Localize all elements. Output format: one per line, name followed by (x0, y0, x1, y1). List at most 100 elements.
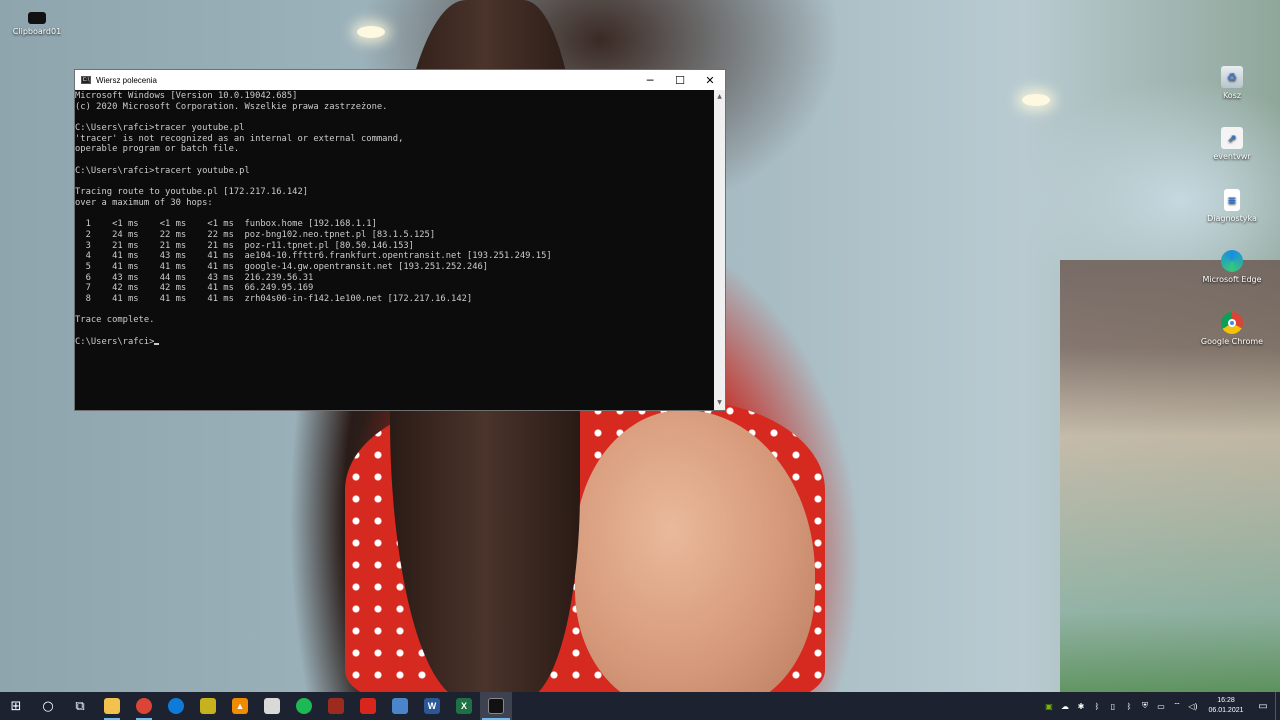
desktop-icon-label: Diagnostyka (1207, 214, 1257, 223)
excel-button[interactable]: X (448, 692, 480, 720)
yellow-app-icon (200, 698, 216, 714)
console-line: 8 41 ms 41 ms 41 ms zrh04s06-in-f142.1e1… (75, 294, 473, 305)
ceiling-lamp (1022, 94, 1050, 106)
acrobat-button[interactable] (352, 692, 384, 720)
search-button[interactable]: ○ (32, 692, 64, 720)
desktop-icon-clipboard01[interactable]: Clipboard01 (5, 12, 69, 37)
explorer-button[interactable] (96, 692, 128, 720)
console-line: C:\Users\rafci>tracer youtube.pl (75, 123, 245, 134)
cmd-button[interactable] (480, 692, 512, 720)
image-file-icon (28, 12, 46, 24)
nvidia-icon[interactable]: ▣ (1041, 692, 1057, 720)
console-line: 7 42 ms 42 ms 41 ms 66.249.95.169 (75, 283, 314, 294)
network-tray-icon[interactable]: ✱ (1073, 692, 1089, 720)
console-line: Microsoft Windows [Version 10.0.19042.68… (75, 91, 298, 101)
taskbar: ⊞ ○ ⧉ ▲ W X ▣ ☁ ✱ ᛒ ▯ ᛒ ⛨ ▭ ⌔ ◁) 16:28 06.01.2021 ▭ (0, 692, 1280, 720)
onedrive-icon[interactable]: ☁ (1057, 692, 1073, 720)
console-line: 2 24 ms 22 ms 22 ms poz-bng102.neo.tpnet… (75, 229, 436, 240)
console-line: 'tracer' is not recognized as an interna… (75, 133, 404, 144)
cmd-icon (488, 698, 504, 714)
bluetooth-tray-icon[interactable]: ᛒ (1089, 692, 1105, 720)
shortcut-icon: ⇗ (1221, 127, 1243, 149)
app-button-4[interactable] (384, 692, 416, 720)
scroll-down-arrow[interactable]: ▼ (714, 398, 725, 408)
window-titlebar[interactable]: C:\ Wiersz polecenia ─ ☐ ✕ (75, 70, 725, 90)
desktop-icon-label: Clipboard01 (12, 27, 62, 36)
maximize-button[interactable]: ☐ (665, 70, 695, 90)
task-view-icon: ⧉ (75, 698, 85, 714)
console-line: 5 41 ms 41 ms 41 ms google-14.gw.opentra… (75, 262, 489, 272)
edge-button[interactable] (160, 692, 192, 720)
wifi-icon[interactable]: ⌔ (1169, 692, 1185, 720)
desktop-icon-label: Microsoft Edge (1202, 275, 1262, 284)
scroll-up-arrow[interactable]: ▲ (714, 92, 725, 102)
clock-time: 16:28 (1217, 697, 1235, 704)
display-icon[interactable]: ▭ (1153, 692, 1169, 720)
command-prompt-window[interactable]: C:\ Wiersz polecenia ─ ☐ ✕ Microsoft Win… (74, 69, 726, 411)
system-tray: ▣ ☁ ✱ ᛒ ▯ ᛒ ⛨ ▭ ⌔ ◁) 16:28 06.01.2021 ▭ (1041, 692, 1280, 720)
desktop-icon-google-chrome[interactable]: Google Chrome (1200, 312, 1264, 347)
word-icon: W (424, 698, 440, 714)
desktop-icon-eventvwr[interactable]: ⇗ eventvwr (1200, 127, 1264, 162)
console-output[interactable]: Microsoft Windows [Version 10.0.19042.68… (75, 90, 714, 410)
bluetooth-icon[interactable]: ᛒ (1121, 692, 1137, 720)
desktop-icon-kosz[interactable]: ♻ Kosz (1200, 66, 1264, 101)
app-button-3[interactable] (320, 692, 352, 720)
console-prompt: C:\Users\rafci> (75, 336, 155, 347)
app-button-2[interactable] (256, 692, 288, 720)
clock[interactable]: 16:28 06.01.2021 (1201, 696, 1251, 716)
console-line: C:\Users\rafci>tracert youtube.pl (75, 165, 250, 176)
app-button-1[interactable] (192, 692, 224, 720)
spotify-icon (296, 698, 312, 714)
shield-app-icon (264, 698, 280, 714)
ceiling-lamp (357, 26, 385, 38)
vertical-scrollbar[interactable]: ▲ ▼ (714, 90, 725, 410)
desktop-icon-label: Google Chrome (1200, 337, 1264, 346)
acrobat-icon (360, 698, 376, 714)
desktop-icon-diagnostyka[interactable]: ≡ Diagnostyka (1200, 189, 1264, 224)
console-line: Tracing route to youtube.pl [172.217.16.… (75, 187, 309, 198)
console-line: (c) 2020 Microsoft Corporation. Wszelkie… (75, 101, 388, 112)
vlc-icon: ▲ (232, 698, 248, 714)
red-app-icon (328, 698, 344, 714)
security-icon[interactable]: ⛨ (1137, 692, 1153, 720)
clock-date: 06.01.2021 (1208, 707, 1244, 714)
chrome-icon (1221, 312, 1243, 334)
task-view-button[interactable]: ⧉ (64, 692, 96, 720)
show-desktop-button[interactable] (1275, 692, 1280, 720)
console-line: 4 41 ms 43 ms 41 ms ae104-10.ffttr6.fran… (75, 251, 552, 262)
edge-icon (168, 698, 184, 714)
usb-icon[interactable]: ▯ (1105, 692, 1121, 720)
chrome-icon (136, 698, 152, 714)
console-prompt-line[interactable]: C:\Users\rafci> (75, 337, 714, 348)
console-line: over a maximum of 30 hops: (75, 197, 213, 208)
desktop-icon-label: Kosz (1222, 91, 1242, 100)
start-button[interactable]: ⊞ (0, 692, 32, 720)
chrome-button[interactable] (128, 692, 160, 720)
minimize-button[interactable]: ─ (635, 70, 665, 90)
volume-icon[interactable]: ◁) (1185, 692, 1201, 720)
console-line: operable program or batch file. (75, 144, 240, 155)
search-circle-icon: ○ (42, 698, 54, 714)
word-button[interactable]: W (416, 692, 448, 720)
window-title: Wiersz polecenia (96, 75, 157, 85)
notification-icon[interactable]: ▭ (1251, 692, 1275, 720)
desktop-icon-microsoft-edge[interactable]: Microsoft Edge (1200, 250, 1264, 285)
vlc-button[interactable]: ▲ (224, 692, 256, 720)
cmd-icon: C:\ (81, 76, 91, 84)
excel-icon: X (456, 698, 472, 714)
console-line: Trace complete. (75, 315, 155, 326)
windows-icon: ⊞ (10, 698, 22, 714)
document-icon: ≡ (1224, 189, 1240, 211)
console-line: 6 43 ms 44 ms 43 ms 216.239.56.31 (75, 272, 314, 283)
text-cursor (154, 342, 160, 345)
folder-icon (104, 698, 120, 714)
close-button[interactable]: ✕ (695, 70, 725, 90)
network-app-icon (392, 698, 408, 714)
spotify-button[interactable] (288, 692, 320, 720)
desktop-icon-label: eventvwr (1213, 152, 1251, 161)
